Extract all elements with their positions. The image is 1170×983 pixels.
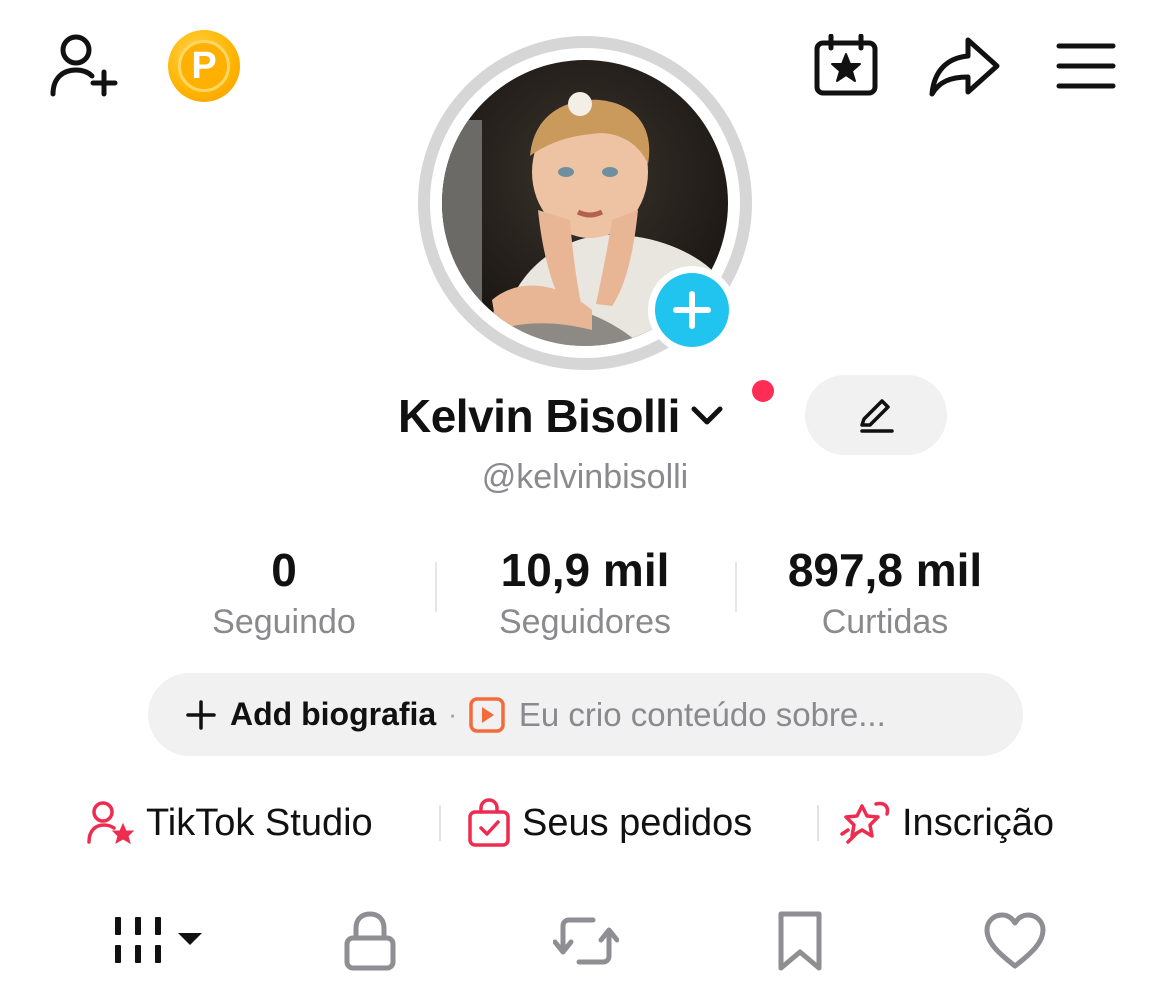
tab-private[interactable] [330, 905, 410, 977]
heart-icon [983, 912, 1047, 970]
person-star-icon [86, 798, 136, 848]
orders-link[interactable]: Seus pedidos [466, 793, 752, 853]
coins-icon[interactable]: P [168, 30, 240, 102]
repost-icon [553, 910, 619, 972]
stat-following[interactable]: 0 Seguindo [134, 540, 434, 644]
lock-icon [342, 910, 398, 972]
add-bio-label: Add biografia [230, 696, 437, 732]
display-name: Kelvin Bisolli [398, 390, 680, 442]
stat-label: Seguidores [498, 603, 671, 641]
add-photo-button[interactable] [648, 266, 736, 354]
plus-icon [655, 273, 729, 347]
add-bio-button[interactable]: Add biografia · Eu crio conteúdo sobre..… [148, 673, 1023, 756]
coin-letter: P [178, 40, 230, 92]
tool-label: TikTok Studio [146, 801, 373, 844]
bio-suggestion: Eu crio conteúdo sobre... [518, 695, 886, 733]
tool-label: Seus pedidos [522, 801, 753, 844]
tab-reposts[interactable] [546, 905, 626, 977]
stat-label: Curtidas [821, 603, 949, 641]
rocket-star-icon [840, 798, 892, 848]
stat-label: Seguindo [212, 603, 356, 641]
chevron-down-icon [690, 404, 724, 428]
divider [817, 805, 819, 841]
stat-followers[interactable]: 10,9 mil Seguidores [435, 540, 735, 644]
add-friend-icon[interactable] [46, 30, 122, 102]
tab-liked[interactable] [978, 905, 1052, 977]
tab-videos[interactable] [104, 905, 204, 977]
edit-profile-button[interactable] [805, 375, 947, 455]
pencil-icon [856, 395, 896, 435]
tool-label: Inscrição [902, 801, 1055, 844]
calendar-star-icon[interactable] [812, 34, 880, 98]
stat-value: 10,9 mil [500, 544, 670, 596]
menu-icon[interactable] [1056, 42, 1116, 90]
account-switcher[interactable]: Kelvin Bisolli [398, 384, 724, 448]
username-handle: @kelvinbisolli [481, 458, 689, 496]
tab-saved[interactable] [764, 905, 836, 977]
stat-value: 0 [271, 544, 297, 596]
plus-icon [186, 699, 216, 730]
stat-value: 897,8 mil [787, 544, 983, 596]
separator: · [448, 699, 457, 729]
shopping-bag-icon [466, 798, 512, 848]
videos-grid-icon [105, 911, 203, 971]
notification-dot [752, 380, 774, 402]
tiktok-studio-link[interactable]: TikTok Studio [86, 793, 373, 853]
divider [439, 805, 441, 841]
share-icon[interactable] [928, 34, 1002, 98]
bookmark-icon [775, 910, 825, 972]
stat-likes[interactable]: 897,8 mil Curtidas [735, 540, 1035, 644]
subscription-link[interactable]: Inscrição [840, 793, 1054, 853]
play-square-icon [469, 696, 505, 733]
